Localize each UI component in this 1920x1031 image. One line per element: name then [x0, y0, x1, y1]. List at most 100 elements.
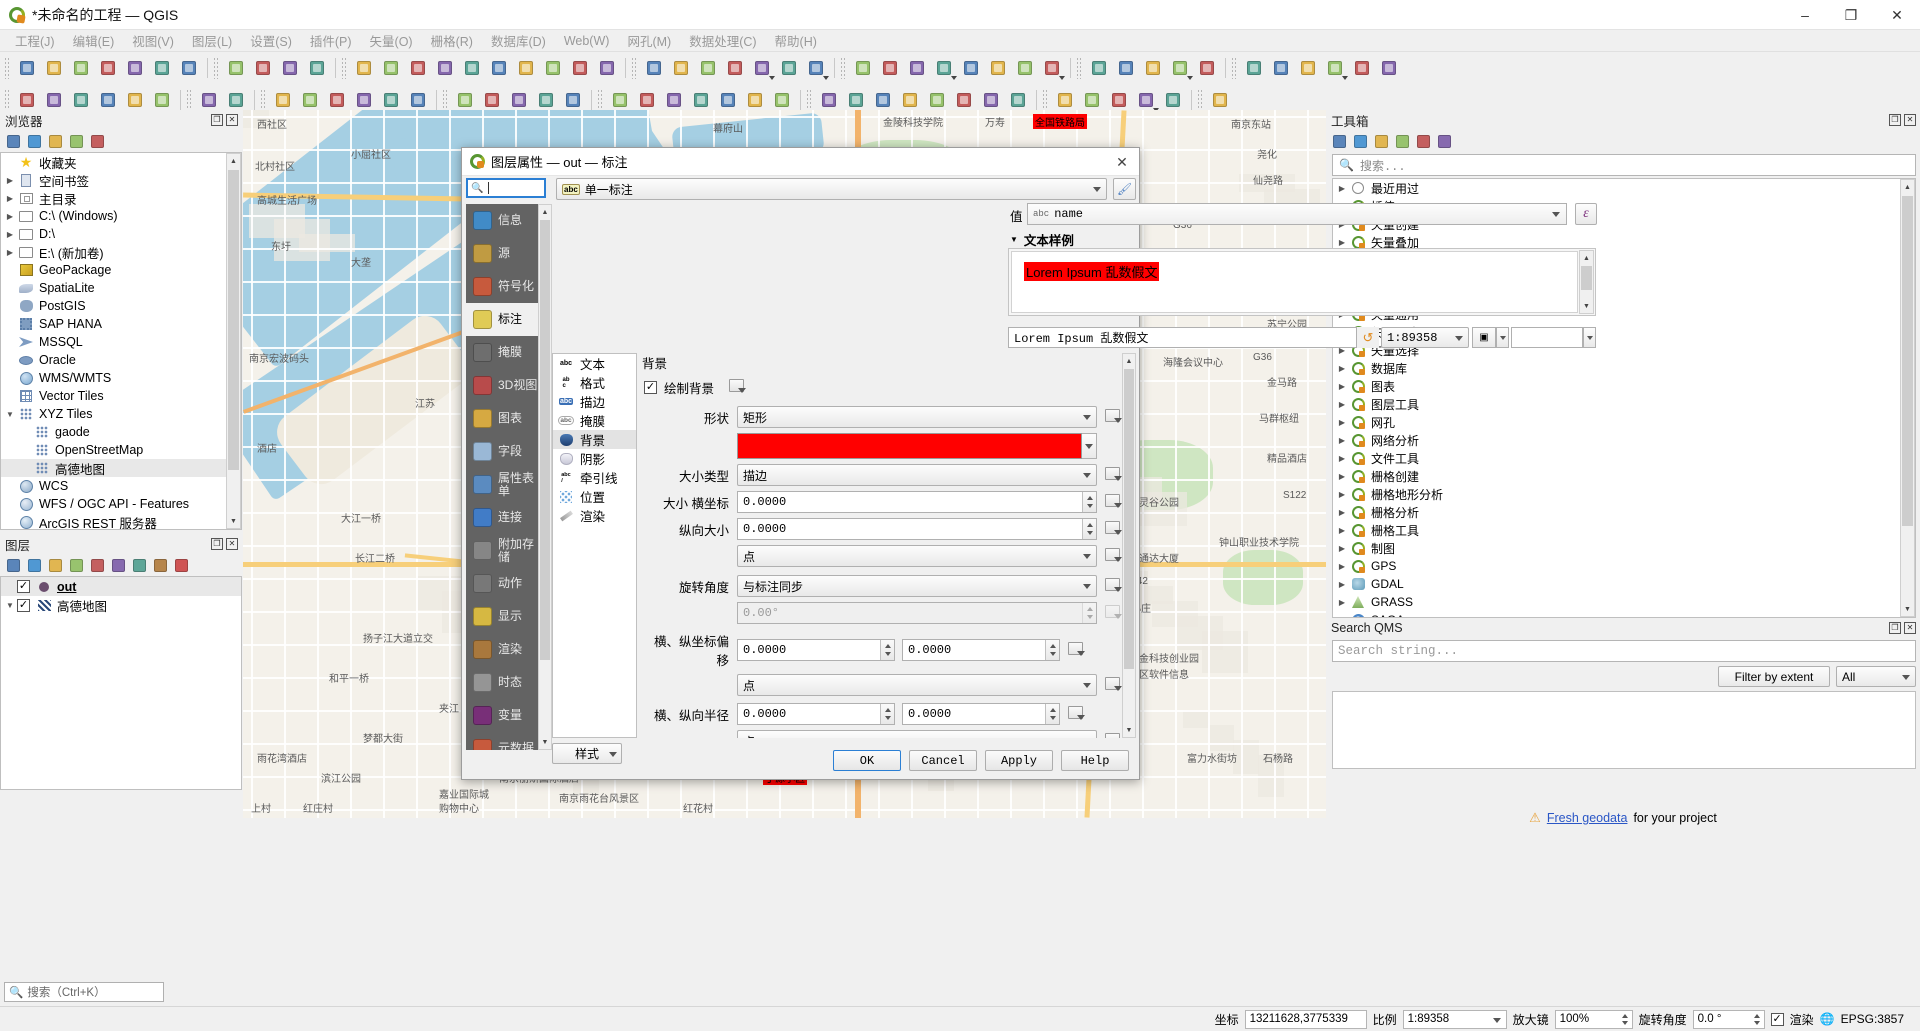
browser-item-3[interactable]: ▶ C:\ (Windows)	[1, 207, 241, 225]
sample-text-input[interactable]: Lorem Ipsum 乱数假文	[1008, 327, 1357, 348]
dialog-tab-source-icon[interactable]: 源	[466, 237, 538, 270]
toolbar-button-tb1-1[interactable]	[41, 55, 67, 81]
toolbar-grip[interactable]	[4, 89, 10, 111]
radius-x-stepper[interactable]	[880, 704, 894, 724]
toolbox-item-20[interactable]: ▶ 制图	[1333, 539, 1900, 557]
toolbar-button-tb1-27[interactable]	[722, 55, 748, 81]
visibility-icon[interactable]	[47, 557, 64, 574]
dialog-tab-fields-icon[interactable]: 字段	[466, 435, 538, 468]
size-x-stepper[interactable]	[1082, 492, 1096, 512]
chevron-right-icon[interactable]: ▶	[1335, 364, 1349, 373]
remove-icon[interactable]	[173, 557, 190, 574]
scroll-down-icon[interactable]: ▼	[1580, 299, 1593, 313]
offset-y-input[interactable]: 0.0000	[902, 639, 1060, 661]
browser-item-14[interactable]: ▼ XYZ Tiles	[1, 405, 241, 423]
locator-search-bar[interactable]: 🔍 搜索（Ctrl+K）	[4, 982, 164, 1002]
offset-y-stepper[interactable]	[1045, 640, 1059, 660]
chevron-right-icon[interactable]: ▶	[1335, 598, 1349, 607]
size-x-input[interactable]: 0.0000	[737, 491, 1097, 513]
background-fill-color-swatch[interactable]	[737, 433, 1082, 459]
chevron-down-icon[interactable]: ▼	[3, 410, 17, 419]
toolbox-tree[interactable]: ▶最近用过▶插值▶矢量创建▶矢量叠加▶矢量分析▶矢量几何图形▶矢量属性表▶矢量通…	[1333, 179, 1900, 617]
chevron-right-icon[interactable]: ▶	[3, 248, 17, 257]
chevron-right-icon[interactable]: ▶	[3, 212, 17, 221]
dialog-tab-temporal-icon[interactable]: 时态	[466, 666, 538, 699]
size-unit-combo[interactable]: 点	[737, 545, 1097, 567]
preview-background-toggle-button[interactable]: ▣	[1472, 327, 1496, 348]
toolbar-button-tb1-30[interactable]	[803, 55, 829, 81]
chevron-down-icon[interactable]	[951, 76, 957, 80]
filter-icon[interactable]	[68, 557, 85, 574]
browser-item-1[interactable]: ▶ 空间书签	[1, 171, 241, 189]
radius-unit-combo[interactable]: 点	[737, 730, 1097, 738]
browser-item-10[interactable]: MSSQL	[1, 333, 241, 351]
data-defined-override-icon[interactable]	[1105, 577, 1122, 595]
chevron-right-icon[interactable]: ▶	[3, 176, 17, 185]
browser-item-8[interactable]: PostGIS	[1, 297, 241, 315]
shape-combo[interactable]: 矩形	[737, 406, 1097, 428]
toolbar-grip[interactable]	[341, 57, 347, 79]
browser-item-18[interactable]: WCS	[1, 477, 241, 495]
history-icon[interactable]	[1373, 133, 1390, 150]
toolbar-button-tb1-26[interactable]	[695, 55, 721, 81]
toolbar-button-tb1-14[interactable]	[378, 55, 404, 81]
data-defined-override-icon[interactable]	[1105, 520, 1122, 538]
label-mode-combo[interactable]: abc 单一标注	[556, 178, 1107, 200]
collapse-all-icon[interactable]	[68, 133, 85, 150]
toolbox-float-button[interactable]: ❐	[1889, 114, 1901, 126]
menu-item-7[interactable]: 栅格(R)	[422, 29, 482, 52]
toolbar-button-tb1-10[interactable]	[277, 55, 303, 81]
toolbar-grip[interactable]	[806, 89, 812, 111]
dialog-tab-labels-icon[interactable]: 标注	[466, 303, 538, 336]
chevron-right-icon[interactable]: ▶	[1335, 382, 1349, 391]
toolbar-button-tb1-37[interactable]	[985, 55, 1011, 81]
data-defined-override-icon[interactable]	[1105, 466, 1122, 484]
toolbar-grip[interactable]	[1231, 57, 1237, 79]
menu-item-6[interactable]: 矢量(O)	[361, 29, 422, 52]
value-field-combo[interactable]: abc name	[1027, 203, 1567, 225]
qms-results-list[interactable]	[1332, 691, 1916, 769]
toolbar-button-tb1-25[interactable]	[668, 55, 694, 81]
scroll-up-icon[interactable]: ▲	[1123, 354, 1135, 368]
toolbox-item-0[interactable]: ▶ 最近用过	[1333, 179, 1900, 197]
toolbar-button-tb1-47[interactable]	[1241, 55, 1267, 81]
label-subtabs-list[interactable]: abc 文本 ab c 格式 abc 描边 abc 掩膜 背景 阴影 abc / 牵引线 位置 渲染	[552, 353, 637, 738]
preview-background-color-swatch[interactable]	[1511, 327, 1583, 348]
expand-icon[interactable]	[131, 557, 148, 574]
style-button[interactable]: 样式	[552, 743, 622, 764]
dialog-tab-variables-icon[interactable]: 变量	[466, 699, 538, 732]
toolbox-item-16[interactable]: ▶ 栅格创建	[1333, 467, 1900, 485]
size-y-input[interactable]: 0.0000	[737, 518, 1097, 540]
chevron-down-icon[interactable]	[1342, 76, 1348, 80]
crs-globe-icon[interactable]: 🌐	[1820, 1012, 1835, 1026]
add-group-icon[interactable]	[26, 557, 43, 574]
toolbar-button-tb1-43[interactable]	[1140, 55, 1166, 81]
menu-item-4[interactable]: 设置(S)	[241, 29, 301, 52]
dialog-close-button[interactable]: ✕	[1111, 152, 1133, 172]
browser-item-9[interactable]: SAP HANA	[1, 315, 241, 333]
scroll-up-icon[interactable]: ▲	[1901, 180, 1914, 194]
toolbox-item-21[interactable]: ▶ GPS	[1333, 557, 1900, 575]
toolbar-button-tb1-34[interactable]	[904, 55, 930, 81]
ok-button[interactable]: OK	[833, 750, 901, 771]
menu-item-3[interactable]: 图层(L)	[183, 29, 241, 52]
label-subtab-shadow-icon[interactable]: 阴影	[553, 449, 636, 468]
dialog-tab-auxiliary-storage-icon[interactable]: 附加存储	[466, 534, 538, 567]
toolbox-item-11[interactable]: ▶ 图表	[1333, 377, 1900, 395]
text-sample-section-header[interactable]: ▼ 文本样例	[1010, 230, 1074, 249]
scroll-up-icon[interactable]: ▲	[539, 205, 551, 219]
toolbar-button-tb1-3[interactable]	[95, 55, 121, 81]
layers-tree[interactable]: ✓ out ▼ ✓ 高德地图	[0, 576, 242, 790]
toolbar-button-tb1-29[interactable]	[776, 55, 802, 81]
toolbar-button-tb1-41[interactable]	[1086, 55, 1112, 81]
toolbar-grip[interactable]	[4, 57, 10, 79]
label-subtab-buffer-icon[interactable]: abc 描边	[553, 392, 636, 411]
toolbar-button-tb1-11[interactable]	[304, 55, 330, 81]
browser-item-12[interactable]: WMS/WMTS	[1, 369, 241, 387]
chevron-down-icon[interactable]	[769, 76, 775, 80]
chevron-right-icon[interactable]: ▶	[1335, 490, 1349, 499]
browser-item-6[interactable]: GeoPackage	[1, 261, 241, 279]
toolbar-button-tb1-42[interactable]	[1113, 55, 1139, 81]
toolbar-button-tb1-45[interactable]	[1194, 55, 1220, 81]
dialog-tab-display-icon[interactable]: 显示	[466, 600, 538, 633]
